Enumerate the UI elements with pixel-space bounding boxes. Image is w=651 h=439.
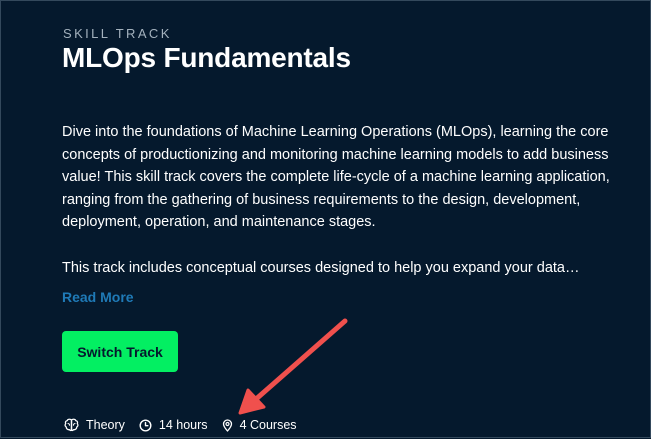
track-card: SKILL TRACK MLOps Fundamentals Dive into… [0,0,651,438]
annotation-arrow [238,318,348,415]
annotation-arrow-shaft [252,318,348,403]
